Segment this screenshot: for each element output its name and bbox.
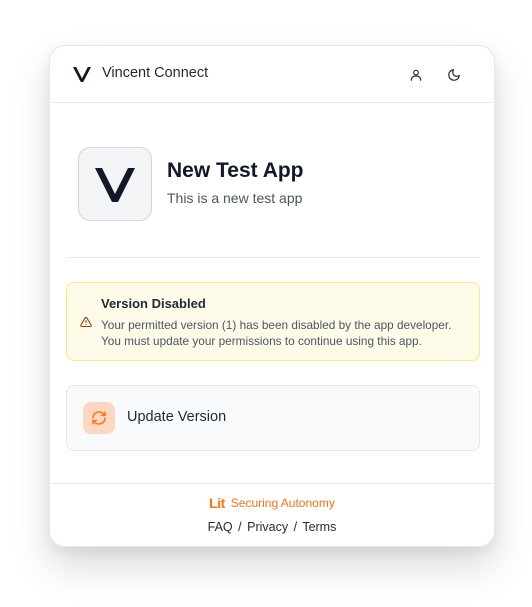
terms-link[interactable]: Terms xyxy=(302,520,336,534)
warning-triangle-icon xyxy=(80,316,92,328)
alert-message-line-2: You must update your permissions to cont… xyxy=(101,334,422,348)
app-description: This is a new test app xyxy=(167,190,303,206)
connect-card: Vincent Connect New Test App This is a n… xyxy=(49,45,495,547)
link-separator: / xyxy=(238,520,242,534)
alert-title: Version Disabled xyxy=(101,296,206,311)
update-icon-container xyxy=(83,402,115,434)
footer: Lit Securing Autonomy FAQ / Privacy / Te… xyxy=(50,483,494,546)
alert-message-line-1: Your permitted version (1) has been disa… xyxy=(101,318,452,332)
footer-tagline: Securing Autonomy xyxy=(230,496,335,510)
app-logo xyxy=(78,147,152,221)
update-version-button[interactable]: Update Version xyxy=(66,385,480,451)
divider xyxy=(66,257,480,258)
header: Vincent Connect xyxy=(50,46,494,103)
update-version-label: Update Version xyxy=(127,409,227,425)
link-separator: / xyxy=(293,520,298,534)
footer-brand: Lit Securing Autonomy xyxy=(50,495,494,511)
faq-link[interactable]: FAQ xyxy=(208,520,233,534)
app-title: New Test App xyxy=(167,159,304,182)
footer-links: FAQ / Privacy / Terms xyxy=(50,520,494,534)
lit-logo: Lit xyxy=(209,495,225,511)
privacy-link[interactable]: Privacy xyxy=(247,520,288,534)
user-button[interactable] xyxy=(403,62,429,88)
user-icon xyxy=(410,69,422,81)
vincent-logo-icon xyxy=(73,67,91,82)
refresh-icon xyxy=(92,411,106,425)
theme-toggle-button[interactable] xyxy=(441,62,467,88)
app-logo-v-icon xyxy=(95,168,135,202)
alert-message: Your permitted version (1) has been disa… xyxy=(101,317,473,349)
version-disabled-alert: Version Disabled Your permitted version … xyxy=(66,282,480,361)
moon-icon xyxy=(448,69,460,81)
brand-name: Vincent Connect xyxy=(102,65,209,81)
